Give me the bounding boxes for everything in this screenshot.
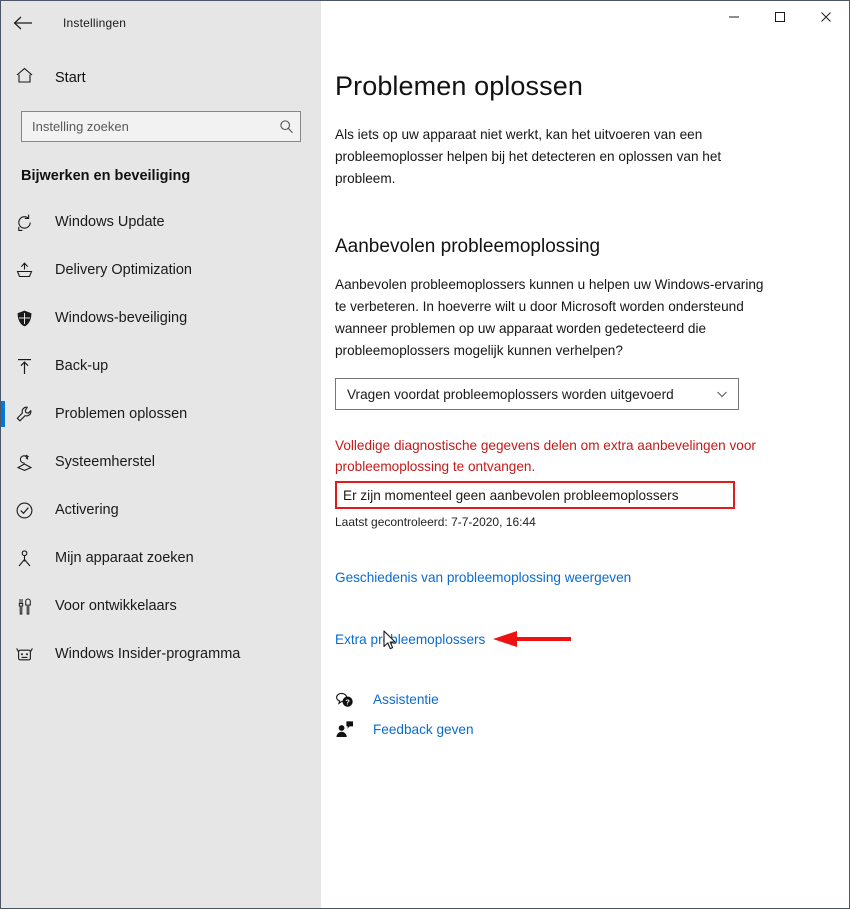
- dropdown-selected-value: Vragen voordat probleemoplossers worden …: [347, 386, 674, 402]
- arrow-left-icon: [13, 15, 33, 31]
- extra-troubleshooters-link[interactable]: Extra probleemoplossers: [335, 632, 485, 647]
- svg-text:?: ?: [345, 697, 350, 706]
- sidebar-item-delivery-optimization[interactable]: Delivery Optimization: [1, 246, 321, 294]
- settings-window: Instellingen Start Instelling zoeken Bij…: [0, 0, 850, 909]
- delivery-icon: [15, 261, 49, 280]
- extra-troubleshooters-row: Extra probleemoplossers: [335, 628, 765, 650]
- sidebar-item-troubleshoot[interactable]: Problemen oplossen: [1, 390, 321, 438]
- sidebar-nav-list: Windows Update Delivery Optimization Win…: [1, 198, 321, 678]
- wrench-icon: [15, 405, 49, 424]
- page-title: Problemen oplossen: [335, 71, 583, 101]
- sidebar-item-label: Delivery Optimization: [55, 262, 192, 278]
- footer-link-label[interactable]: Feedback geven: [373, 722, 474, 737]
- search-icon[interactable]: [279, 119, 294, 134]
- search-input[interactable]: [32, 119, 279, 134]
- sidebar: Start Bijwerken en beveiliging: [1, 45, 321, 908]
- recovery-icon: [15, 453, 49, 472]
- footer-link-label[interactable]: Assistentie: [373, 692, 439, 707]
- footer-link-assistentie[interactable]: ? Assistentie: [335, 684, 765, 714]
- sidebar-item-recovery[interactable]: Systeemherstel: [1, 438, 321, 486]
- developer-tools-icon: [15, 597, 49, 616]
- main-content: Problemen oplossen Als iets op uw appara…: [321, 45, 849, 908]
- search-box[interactable]: [21, 111, 301, 142]
- minimize-button[interactable]: [711, 1, 757, 33]
- backup-upload-icon: [15, 357, 49, 376]
- footer-links: ? Assistentie Feedback geven: [335, 684, 765, 744]
- minimize-icon: [728, 11, 740, 23]
- window-controls: [321, 1, 849, 45]
- title-bar: Instellingen: [1, 1, 849, 45]
- last-checked-timestamp: Laatst gecontroleerd: 7-7-2020, 16:44: [335, 515, 536, 529]
- title-bar-left: Instellingen: [1, 1, 321, 45]
- footer-link-feedback[interactable]: Feedback geven: [335, 714, 765, 744]
- home-icon: [15, 66, 49, 90]
- close-button[interactable]: [803, 1, 849, 33]
- sidebar-item-windows-update[interactable]: Windows Update: [1, 198, 321, 246]
- sidebar-item-label: Systeemherstel: [55, 454, 155, 470]
- sidebar-item-windows-security[interactable]: Windows-beveiliging: [1, 294, 321, 342]
- sidebar-category-title: Bijwerken en beveiliging: [21, 168, 191, 184]
- app-title: Instellingen: [63, 16, 127, 30]
- status-badge-text: Er zijn momenteel geen aanbevolen proble…: [343, 487, 679, 503]
- check-circle-icon: [15, 501, 49, 520]
- shield-icon: [15, 309, 49, 328]
- recommended-troubleshooting-dropdown[interactable]: Vragen voordat probleemoplossers worden …: [335, 378, 739, 410]
- sidebar-item-windows-insider[interactable]: Windows Insider-programma: [1, 630, 321, 678]
- sidebar-item-label: Problemen oplossen: [55, 406, 188, 422]
- history-link-row: Geschiedenis van probleemoplossing weerg…: [335, 569, 765, 587]
- maximize-button[interactable]: [757, 1, 803, 33]
- close-icon: [820, 11, 832, 23]
- sidebar-item-label: Activering: [55, 502, 119, 518]
- section-title-recommended: Aanbevolen probleemoplossing: [335, 236, 601, 257]
- sidebar-item-label: Windows Update: [55, 214, 165, 230]
- main-inner: Problemen oplossen Als iets op uw appara…: [335, 71, 765, 744]
- help-bubble-icon: ?: [335, 690, 371, 709]
- mouse-cursor-icon: [383, 630, 399, 652]
- troubleshooting-history-link[interactable]: Geschiedenis van probleemoplossing weerg…: [335, 570, 631, 585]
- sidebar-item-find-my-device[interactable]: Mijn apparaat zoeken: [1, 534, 321, 582]
- sidebar-item-home[interactable]: Start: [1, 55, 321, 101]
- feedback-person-icon: [335, 720, 371, 739]
- diagnostic-warning-text: Volledige diagnostische gegevens delen o…: [335, 438, 756, 474]
- window-body: Start Bijwerken en beveiliging: [1, 45, 849, 908]
- maximize-icon: [774, 11, 786, 23]
- sidebar-item-label: Back-up: [55, 358, 109, 374]
- find-device-icon: [15, 549, 49, 568]
- sidebar-home-label: Start: [55, 70, 86, 86]
- section-description: Aanbevolen probleemoplossers kunnen u he…: [335, 277, 764, 358]
- chevron-down-icon: [715, 387, 729, 401]
- status-badge: Er zijn momenteel geen aanbevolen proble…: [335, 481, 735, 509]
- sidebar-item-for-developers[interactable]: Voor ontwikkelaars: [1, 582, 321, 630]
- insider-bug-icon: [15, 645, 49, 664]
- sidebar-item-label: Windows Insider-programma: [55, 646, 241, 662]
- back-button[interactable]: [1, 1, 45, 45]
- intro-text: Als iets op uw apparaat niet werkt, kan …: [335, 127, 722, 186]
- refresh-icon: [15, 213, 49, 232]
- sidebar-item-activation[interactable]: Activering: [1, 486, 321, 534]
- red-arrow-left-icon: [493, 628, 572, 650]
- sidebar-item-label: Voor ontwikkelaars: [55, 598, 177, 614]
- sidebar-item-label: Windows-beveiliging: [55, 310, 188, 326]
- sidebar-item-label: Mijn apparaat zoeken: [55, 550, 194, 566]
- sidebar-item-backup[interactable]: Back-up: [1, 342, 321, 390]
